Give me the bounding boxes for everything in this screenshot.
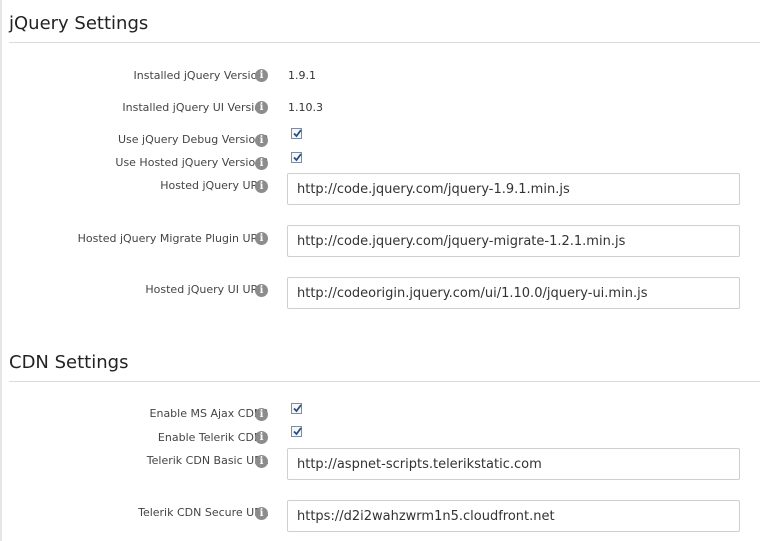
enable-telerik-cdn-checkbox[interactable] [291, 426, 302, 437]
left-border [0, 0, 2, 541]
info-icon[interactable]: i [255, 232, 268, 245]
section-title-cdn: CDN Settings [9, 352, 129, 373]
telerik-cdn-basic-url-label: Telerik CDN Basic URL [147, 452, 268, 468]
hosted-jquery-migrate-url-input[interactable] [287, 225, 740, 257]
installed-jquery-ui-version-label: Installed jQuery UI Version [122, 99, 268, 115]
label-text: Telerik CDN Secure URL [138, 505, 268, 519]
info-icon[interactable]: i [255, 134, 268, 147]
hosted-jquery-migrate-url-label: Hosted jQuery Migrate Plugin URL: [78, 230, 268, 246]
checkmark-icon [293, 153, 302, 162]
telerik-cdn-secure-url-input[interactable] [287, 500, 740, 532]
label-text: Hosted jQuery URL: [160, 178, 268, 192]
enable-telerik-cdn-label: Enable Telerik CDN? [158, 429, 268, 445]
info-icon[interactable]: i [255, 455, 268, 468]
info-icon[interactable]: i [255, 431, 268, 444]
info-icon[interactable]: i [255, 157, 268, 170]
enable-ms-ajax-cdn-checkbox[interactable] [291, 403, 302, 414]
label-text: Use jQuery Debug Version? [118, 132, 268, 146]
telerik-cdn-basic-url-input[interactable] [287, 448, 740, 480]
info-icon[interactable]: i [255, 408, 268, 421]
use-jquery-debug-label: Use jQuery Debug Version? [118, 131, 268, 147]
use-jquery-debug-checkbox[interactable] [291, 128, 302, 139]
label-text: Hosted jQuery UI URL: [145, 282, 268, 296]
checkmark-icon [293, 129, 302, 138]
label-text: Enable MS Ajax CDN? [149, 406, 268, 420]
label-text: Enable Telerik CDN? [157, 430, 268, 444]
label-text: Installed jQuery Version: [133, 68, 269, 82]
info-icon[interactable]: i [255, 180, 268, 193]
hosted-jquery-ui-url-label: Hosted jQuery UI URL: [145, 281, 268, 297]
installed-jquery-ui-version-value: 1.10.3 [288, 101, 323, 114]
section-divider-cdn [9, 381, 760, 382]
label-text: Hosted jQuery Migrate Plugin URL: [77, 231, 268, 245]
installed-jquery-version-label: Installed jQuery Version: [134, 67, 269, 83]
settings-page: jQuery Settings Installed jQuery Version… [0, 0, 761, 541]
checkmark-icon [293, 404, 302, 413]
info-icon[interactable]: i [255, 507, 268, 520]
info-icon[interactable]: i [255, 69, 268, 82]
label-text: Installed jQuery UI Version [122, 100, 268, 114]
use-hosted-jquery-label: Use Hosted jQuery Version? [115, 154, 268, 170]
installed-jquery-version-value: 1.9.1 [288, 69, 316, 82]
hosted-jquery-ui-url-input[interactable] [287, 277, 740, 309]
label-text: Telerik CDN Basic URL [146, 453, 268, 467]
hosted-jquery-url-input[interactable] [287, 173, 740, 205]
use-hosted-jquery-checkbox[interactable] [291, 152, 302, 163]
telerik-cdn-secure-url-label: Telerik CDN Secure URL [138, 504, 268, 520]
label-text: Use Hosted jQuery Version? [115, 155, 268, 169]
hosted-jquery-url-label: Hosted jQuery URL: [160, 177, 268, 193]
checkmark-icon [293, 427, 302, 436]
enable-ms-ajax-cdn-label: Enable MS Ajax CDN? [150, 405, 268, 421]
info-icon[interactable]: i [255, 284, 268, 297]
section-divider-jquery [9, 42, 760, 43]
section-title-jquery: jQuery Settings [9, 13, 149, 34]
info-icon[interactable]: i [255, 101, 268, 114]
